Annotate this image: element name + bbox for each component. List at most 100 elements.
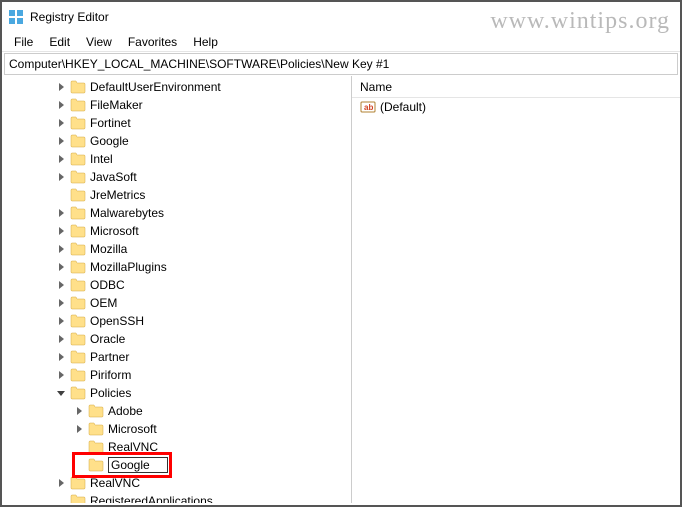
address-text: Computer\HKEY_LOCAL_MACHINE\SOFTWARE\Pol… (9, 57, 389, 71)
folder-icon (88, 404, 104, 418)
tree-item-edit-input[interactable]: Google (108, 457, 168, 473)
folder-icon (70, 152, 86, 166)
tree-item-label: RealVNC (108, 440, 158, 454)
folder-icon (70, 494, 86, 503)
folder-icon (70, 476, 86, 490)
tree-item-label: FileMaker (90, 98, 143, 112)
tree-item-oem[interactable]: OEM (2, 294, 351, 312)
chevron-right-icon[interactable] (54, 314, 68, 328)
folder-icon (70, 314, 86, 328)
tree-item-label: Intel (90, 152, 113, 166)
folder-icon (70, 116, 86, 130)
chevron-right-icon[interactable] (54, 350, 68, 364)
tree-item-intel[interactable]: Intel (2, 150, 351, 168)
tree-item-mozillaplugins[interactable]: MozillaPlugins (2, 258, 351, 276)
folder-icon (70, 368, 86, 382)
tree-item-realvnc[interactable]: RealVNC (2, 438, 351, 456)
tree-item-label: ODBC (90, 278, 125, 292)
folder-icon (70, 260, 86, 274)
folder-icon (70, 134, 86, 148)
tree-item-label: Fortinet (90, 116, 131, 130)
menu-help[interactable]: Help (185, 33, 226, 51)
chevron-right-icon[interactable] (54, 170, 68, 184)
tree-item-label: OpenSSH (90, 314, 144, 328)
folder-icon (70, 242, 86, 256)
tree-item-label: Policies (90, 386, 131, 400)
chevron-right-icon[interactable] (54, 98, 68, 112)
folder-icon (70, 98, 86, 112)
tree-item-label: Google (90, 134, 129, 148)
tree-item-adobe[interactable]: Adobe (2, 402, 351, 420)
tree-item-odbc[interactable]: ODBC (2, 276, 351, 294)
chevron-right-icon[interactable] (54, 260, 68, 274)
chevron-right-icon[interactable] (54, 476, 68, 490)
folder-icon (70, 188, 86, 202)
tree-item-malwarebytes[interactable]: Malwarebytes (2, 204, 351, 222)
tree-item-fortinet[interactable]: Fortinet (2, 114, 351, 132)
folder-icon (88, 422, 104, 436)
chevron-right-icon[interactable] (54, 206, 68, 220)
menubar: File Edit View Favorites Help (2, 32, 680, 52)
chevron-right-icon[interactable] (72, 404, 86, 418)
tree-item-label: Microsoft (108, 422, 157, 436)
tree-item-registeredapplications[interactable]: RegisteredApplications (2, 492, 351, 503)
chevron-right-icon[interactable] (54, 368, 68, 382)
folder-icon (70, 206, 86, 220)
tree-item-filemaker[interactable]: FileMaker (2, 96, 351, 114)
folder-icon (70, 170, 86, 184)
tree-item-label: DefaultUserEnvironment (90, 80, 221, 94)
chevron-right-icon[interactable] (54, 224, 68, 238)
tree-item-openssh[interactable]: OpenSSH (2, 312, 351, 330)
chevron-right-icon[interactable] (54, 116, 68, 130)
tree-item-defaultuserenvironment[interactable]: DefaultUserEnvironment (2, 78, 351, 96)
tree-item-oracle[interactable]: Oracle (2, 330, 351, 348)
value-default-label: (Default) (380, 100, 426, 114)
tree-item-partner[interactable]: Partner (2, 348, 351, 366)
tree-item-realvnc[interactable]: RealVNC (2, 474, 351, 492)
svg-text:ab: ab (364, 103, 373, 112)
tree-item-label: JavaSoft (90, 170, 137, 184)
address-bar[interactable]: Computer\HKEY_LOCAL_MACHINE\SOFTWARE\Pol… (4, 53, 678, 75)
chevron-down-icon[interactable] (54, 386, 68, 400)
chevron-right-icon[interactable] (54, 80, 68, 94)
tree-item-google[interactable]: Google (2, 456, 351, 474)
tree-item-microsoft[interactable]: Microsoft (2, 420, 351, 438)
titlebar: Registry Editor (2, 2, 680, 32)
menu-favorites[interactable]: Favorites (120, 33, 185, 51)
menu-edit[interactable]: Edit (41, 33, 78, 51)
tree-pane[interactable]: DefaultUserEnvironment FileMaker Fortinet G… (2, 76, 352, 503)
values-header: Name (352, 76, 680, 98)
chevron-right-icon[interactable] (72, 422, 86, 436)
tree-item-policies[interactable]: Policies (2, 384, 351, 402)
tree-item-label: MozillaPlugins (90, 260, 167, 274)
chevron-right-icon[interactable] (54, 296, 68, 310)
tree-item-label: JreMetrics (90, 188, 145, 202)
folder-icon (88, 458, 104, 472)
tree-item-mozilla[interactable]: Mozilla (2, 240, 351, 258)
tree-item-piriform[interactable]: Piriform (2, 366, 351, 384)
chevron-right-icon[interactable] (54, 332, 68, 346)
column-name[interactable]: Name (360, 80, 560, 94)
window-title: Registry Editor (30, 10, 109, 24)
tree-item-label: Malwarebytes (90, 206, 164, 220)
chevron-right-icon[interactable] (54, 278, 68, 292)
chevron-right-icon[interactable] (54, 242, 68, 256)
chevron-right-icon[interactable] (54, 134, 68, 148)
tree-item-label: Mozilla (90, 242, 127, 256)
menu-view[interactable]: View (78, 33, 120, 51)
value-row-default[interactable]: ab (Default) (352, 98, 680, 116)
regedit-icon (8, 9, 24, 25)
tree-item-google[interactable]: Google (2, 132, 351, 150)
tree-item-javasoft[interactable]: JavaSoft (2, 168, 351, 186)
values-pane[interactable]: Name ab (Default) (352, 76, 680, 503)
tree-item-label: Adobe (108, 404, 143, 418)
tree-item-label: RegisteredApplications (90, 494, 213, 503)
tree-item-jremetrics[interactable]: JreMetrics (2, 186, 351, 204)
chevron-right-icon[interactable] (54, 152, 68, 166)
tree-item-label: Oracle (90, 332, 125, 346)
string-value-icon: ab (360, 99, 376, 115)
tree-item-label: Piriform (90, 368, 131, 382)
tree-item-microsoft[interactable]: Microsoft (2, 222, 351, 240)
tree-item-label: OEM (90, 296, 117, 310)
menu-file[interactable]: File (6, 33, 41, 51)
